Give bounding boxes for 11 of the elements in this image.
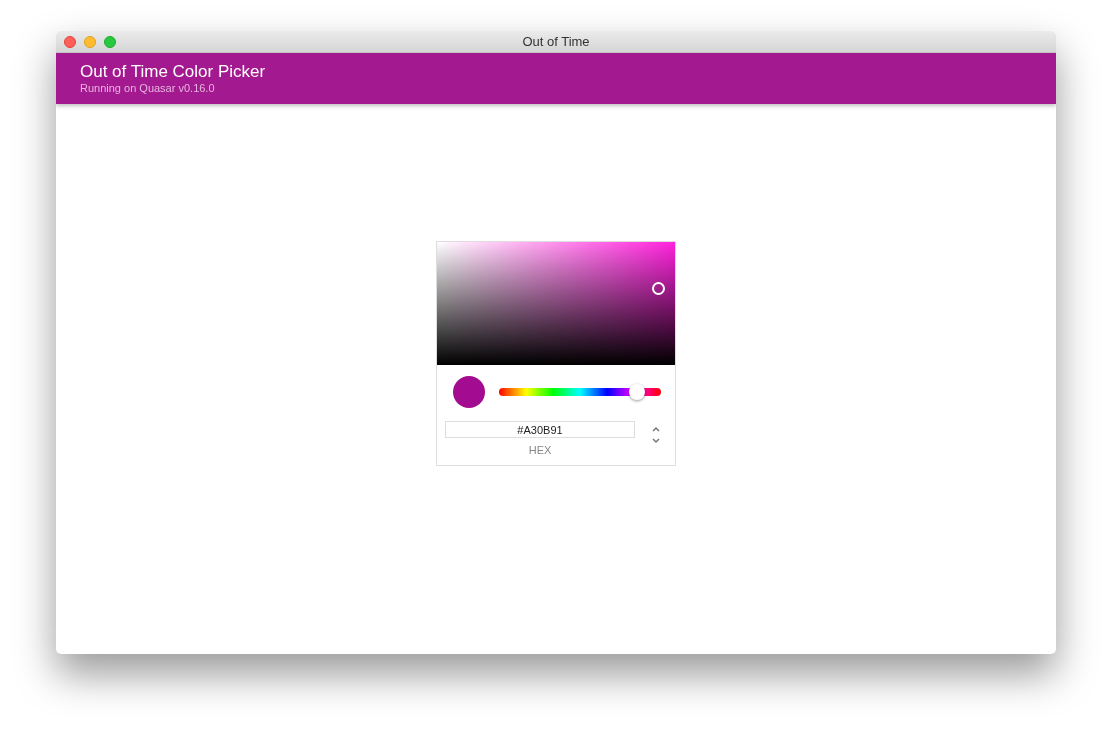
color-swatch	[453, 376, 485, 408]
saturation-cursor[interactable]	[652, 282, 665, 295]
window-title: Out of Time	[522, 32, 590, 51]
slider-thumb[interactable]	[628, 384, 645, 400]
saturation-panel[interactable]	[437, 242, 675, 365]
header-title: Out of Time Color Picker	[80, 62, 267, 82]
up-down-chevron-icon[interactable]	[651, 425, 661, 445]
hex-label: HEX	[528, 443, 552, 458]
hex-input-field[interactable]: #A30B91	[445, 421, 635, 438]
close-button[interactable]	[64, 36, 76, 48]
header-subtitle: Running on Quasar v0.16.0	[80, 82, 216, 95]
